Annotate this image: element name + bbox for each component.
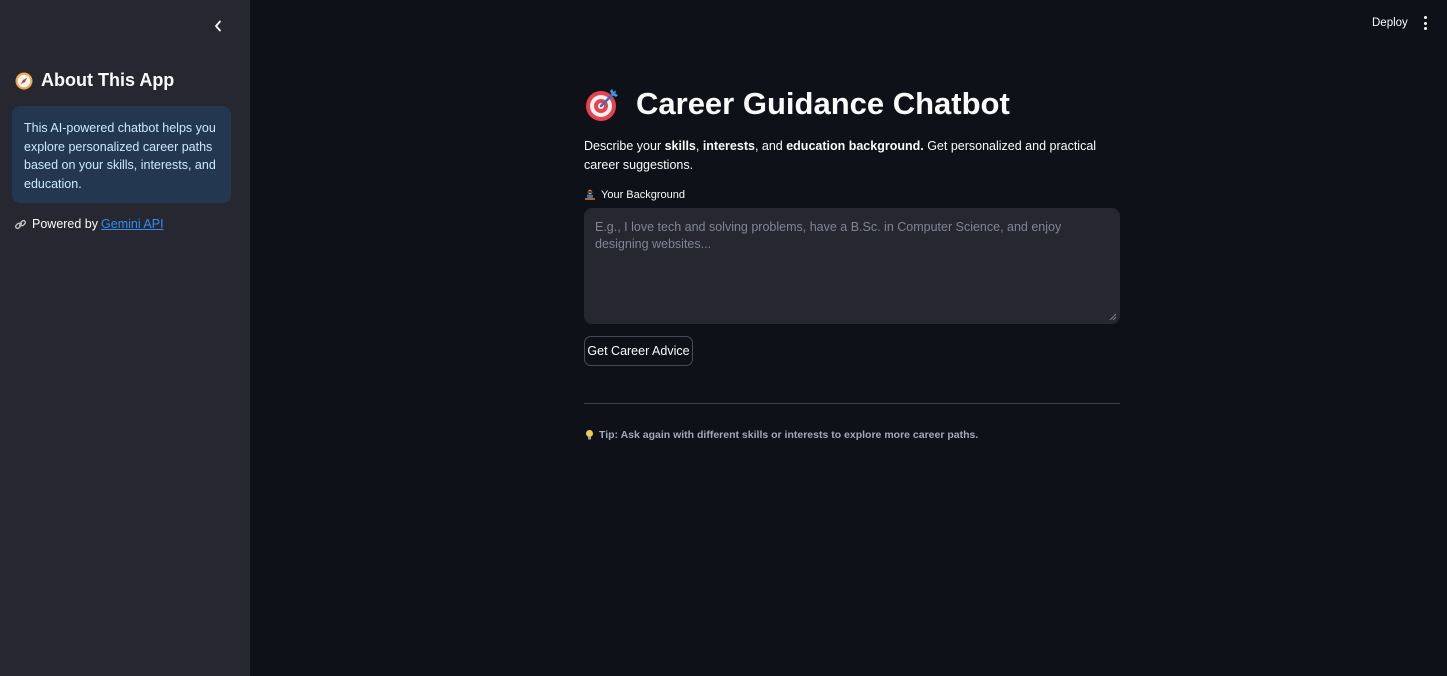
sidebar-title: About This App — [14, 70, 174, 91]
lightbulb-icon — [586, 430, 593, 440]
compass-icon — [15, 72, 33, 89]
description-text: , and — [754, 139, 787, 153]
tip-text: Tip: Ask again with different skills or … — [584, 429, 978, 441]
divider — [584, 403, 1120, 404]
target-icon — [586, 89, 618, 121]
powered-by: Powered by Gemini API — [14, 217, 164, 231]
tip-text-content: Tip: Ask again with different skills or … — [599, 429, 979, 441]
app-root: About This App This AI-powered chatbot h… — [0, 0, 1447, 676]
powered-by-prefix: Powered by — [32, 217, 99, 231]
link-icon — [14, 219, 27, 229]
main-menu-button[interactable] — [1416, 13, 1434, 33]
person-at-desk-icon — [585, 189, 595, 200]
description-text: Describe your — [584, 139, 665, 153]
description-bold: education background. — [786, 139, 924, 153]
input-label-text: Your Background — [601, 189, 685, 201]
background-input-label: Your Background — [584, 189, 685, 201]
kebab-dot — [1423, 27, 1427, 30]
sidebar: About This App This AI-powered chatbot h… — [0, 0, 250, 676]
deploy-button[interactable]: Deploy — [1365, 12, 1415, 34]
description-text: , — [695, 139, 703, 153]
description-bold: skills — [664, 139, 696, 153]
background-textarea[interactable] — [584, 208, 1120, 324]
description: Describe your skills, interests, and edu… — [584, 137, 1120, 175]
page-title: Career Guidance Chatbot — [584, 85, 1010, 123]
resize-handle-icon[interactable] — [1109, 313, 1117, 321]
description-bold: interests — [702, 139, 755, 153]
kebab-menu-icon — [1423, 16, 1427, 19]
info-box: This AI-powered chatbot helps you explor… — [12, 106, 231, 203]
collapse-sidebar-button[interactable] — [207, 15, 229, 37]
get-career-advice-button[interactable]: Get Career Advice — [584, 336, 693, 366]
kebab-dot — [1423, 21, 1427, 25]
gemini-api-link[interactable]: Gemini API — [101, 217, 164, 231]
page-title-text: Career Guidance Chatbot — [636, 86, 1010, 121]
sidebar-title-text: About This App — [41, 70, 175, 90]
chevron-left-icon — [215, 20, 221, 32]
